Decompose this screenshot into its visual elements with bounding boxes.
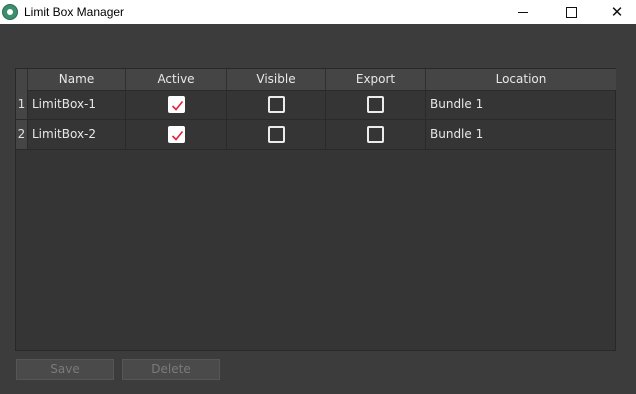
limit-box-table[interactable]: Name Active Visible Export Location 1 Li… — [15, 68, 616, 351]
visible-cell — [227, 90, 326, 119]
row-number[interactable]: 2 — [16, 120, 28, 149]
visible-cell — [227, 120, 326, 149]
column-header-name[interactable]: Name — [28, 69, 126, 90]
save-button[interactable]: Save — [16, 359, 114, 380]
export-cell — [326, 120, 426, 149]
location-cell[interactable]: Bundle 1 — [426, 90, 616, 119]
visible-checkbox[interactable] — [267, 126, 285, 143]
column-header-location[interactable]: Location — [426, 69, 616, 90]
column-header-active[interactable]: Active — [126, 69, 227, 90]
column-header-visible[interactable]: Visible — [227, 69, 326, 90]
visible-checkbox[interactable] — [267, 96, 285, 113]
maximize-button[interactable] — [548, 0, 594, 24]
minimize-button[interactable] — [500, 0, 546, 24]
table-row[interactable]: 1 LimitBox-1 Bundle 1 — [16, 90, 616, 120]
export-cell — [326, 90, 426, 119]
delete-button[interactable]: Delete — [122, 359, 220, 380]
table-header: Name Active Visible Export Location — [16, 69, 616, 91]
table-row[interactable]: 2 LimitBox-2 Bundle 1 — [16, 120, 616, 150]
export-checkbox[interactable] — [367, 96, 384, 113]
location-cell[interactable]: Bundle 1 — [426, 120, 616, 149]
close-icon: ✕ — [610, 2, 624, 21]
close-button[interactable]: ✕ — [594, 0, 636, 24]
minimize-icon — [518, 11, 528, 13]
header-corner — [16, 69, 28, 90]
export-checkbox[interactable] — [367, 126, 384, 143]
active-checkbox[interactable] — [167, 126, 185, 143]
active-checkbox[interactable] — [167, 96, 185, 113]
active-cell — [126, 90, 227, 119]
window-title: Limit Box Manager — [24, 5, 125, 19]
active-cell — [126, 120, 227, 149]
check-icon — [171, 130, 183, 141]
name-cell[interactable]: LimitBox-2 — [28, 120, 126, 149]
name-cell[interactable]: LimitBox-1 — [28, 90, 126, 119]
row-number[interactable]: 1 — [16, 90, 28, 119]
title-bar: Limit Box Manager ✕ — [0, 0, 636, 24]
check-icon — [171, 100, 183, 111]
maximize-icon — [565, 6, 577, 18]
column-header-export[interactable]: Export — [326, 69, 426, 90]
app-icon — [2, 4, 18, 20]
